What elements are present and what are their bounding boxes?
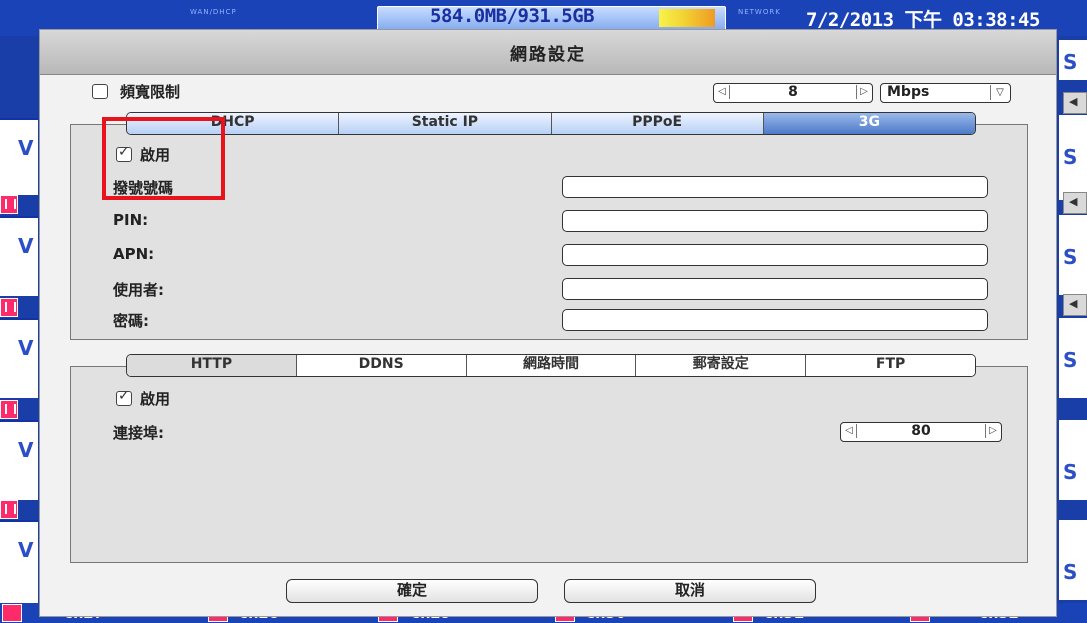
password-label: 密碼: [113,312,149,330]
camera-tile-glyph: V [18,234,34,258]
camera-tile: V [0,216,38,296]
bandwidth-unit-select[interactable]: Mbps ▽ [880,83,1011,103]
status-tag: WAN/DHCP [190,8,237,16]
bandwidth-limit-checkbox[interactable] [92,84,108,99]
bandwidth-value: 8 [788,84,798,100]
port-stepper[interactable]: ◁ 80 ▷ [840,422,1002,442]
cancel-button[interactable]: 取消 [564,579,816,603]
camera-tile: V [0,420,38,500]
http-enable-label: 啟用 [140,390,171,408]
camera-tile-glyph: V [18,336,34,360]
tab-network-time[interactable]: 網路時間 [466,355,637,376]
tab-http[interactable]: HTTP [127,355,297,376]
bandwidth-stepper[interactable]: ◁ 8 ▷ [713,83,873,103]
camera-tile: S [1059,420,1087,500]
camera-tile: S [1059,115,1087,200]
hdd-usage: 584.0MB/931.5GB [430,5,595,27]
dialog-title: 網路設定 [510,45,586,65]
camera-tile: S [1059,40,1087,80]
http-enable-checkbox[interactable] [116,388,132,406]
tab-ftp[interactable]: FTP [806,355,975,376]
camera-tile-glyph: S [1063,50,1078,74]
pin-label: PIN: [113,211,149,229]
tab-mail-settings[interactable]: 郵寄設定 [636,355,807,376]
user-field[interactable] [562,278,988,300]
tab-pppoe[interactable]: PPPoE [551,113,764,134]
bandwidth-unit-value: Mbps [887,84,930,100]
camera-tile-glyph: S [1063,245,1078,269]
tab-ddns[interactable]: DDNS [296,355,467,376]
increment-icon[interactable]: ▷ [856,85,871,99]
decrement-icon[interactable]: ◁ [715,85,730,99]
camera-tile-glyph: V [18,538,34,562]
bandwidth-limit-label: 頻寬限制 [120,83,181,101]
tab-3g[interactable]: 3G [763,113,975,134]
chevron-down-icon: ▽ [990,85,1009,100]
record-icon [0,195,18,214]
camera-tile: S [1059,318,1087,398]
pin-field[interactable] [562,210,988,232]
status-tag: NETWORK [738,8,781,16]
decrement-icon[interactable]: ◁ [842,424,857,438]
camera-tile-glyph: V [18,438,34,462]
ok-button[interactable]: 確定 [286,579,538,603]
scroll-left-icon[interactable] [1063,92,1087,114]
scroll-left-icon[interactable] [1063,192,1087,214]
apn-field[interactable] [562,244,988,266]
services-panel [70,366,1028,563]
hdd-usage-meter [659,9,715,27]
camera-tile: S [1059,215,1087,295]
camera-tile: S [1059,520,1087,600]
camera-tile: V [0,520,38,604]
camera-tile: V [0,118,38,195]
record-icon [2,604,22,622]
record-icon [0,400,18,419]
password-field[interactable] [562,309,988,331]
camera-tile-glyph: S [1063,460,1078,484]
camera-tile: V [0,318,38,398]
record-icon [0,298,18,317]
camera-tile-glyph: S [1063,145,1078,169]
port-value: 80 [911,423,931,439]
highlight-box [102,117,225,200]
record-icon [0,500,18,519]
camera-tile-glyph: S [1063,560,1078,584]
tab-static-ip[interactable]: Static IP [339,113,552,134]
apn-label: APN: [113,245,155,263]
connection-tabs: DHCP Static IP PPPoE 3G [126,112,976,135]
service-tabs: HTTP DDNS 網路時間 郵寄設定 FTP [126,354,976,377]
scroll-left-icon[interactable] [1063,294,1087,316]
user-label: 使用者: [113,281,164,299]
dial-number-field[interactable] [562,176,988,198]
camera-tile-glyph: S [1063,348,1078,372]
datetime: 7/2/2013 下午 03:38:45 [806,9,1040,31]
increment-icon[interactable]: ▷ [985,424,1000,438]
port-label: 連接埠: [113,424,164,442]
camera-tile-glyph: V [18,136,34,160]
dialog-titlebar: 網路設定 [40,30,1056,75]
